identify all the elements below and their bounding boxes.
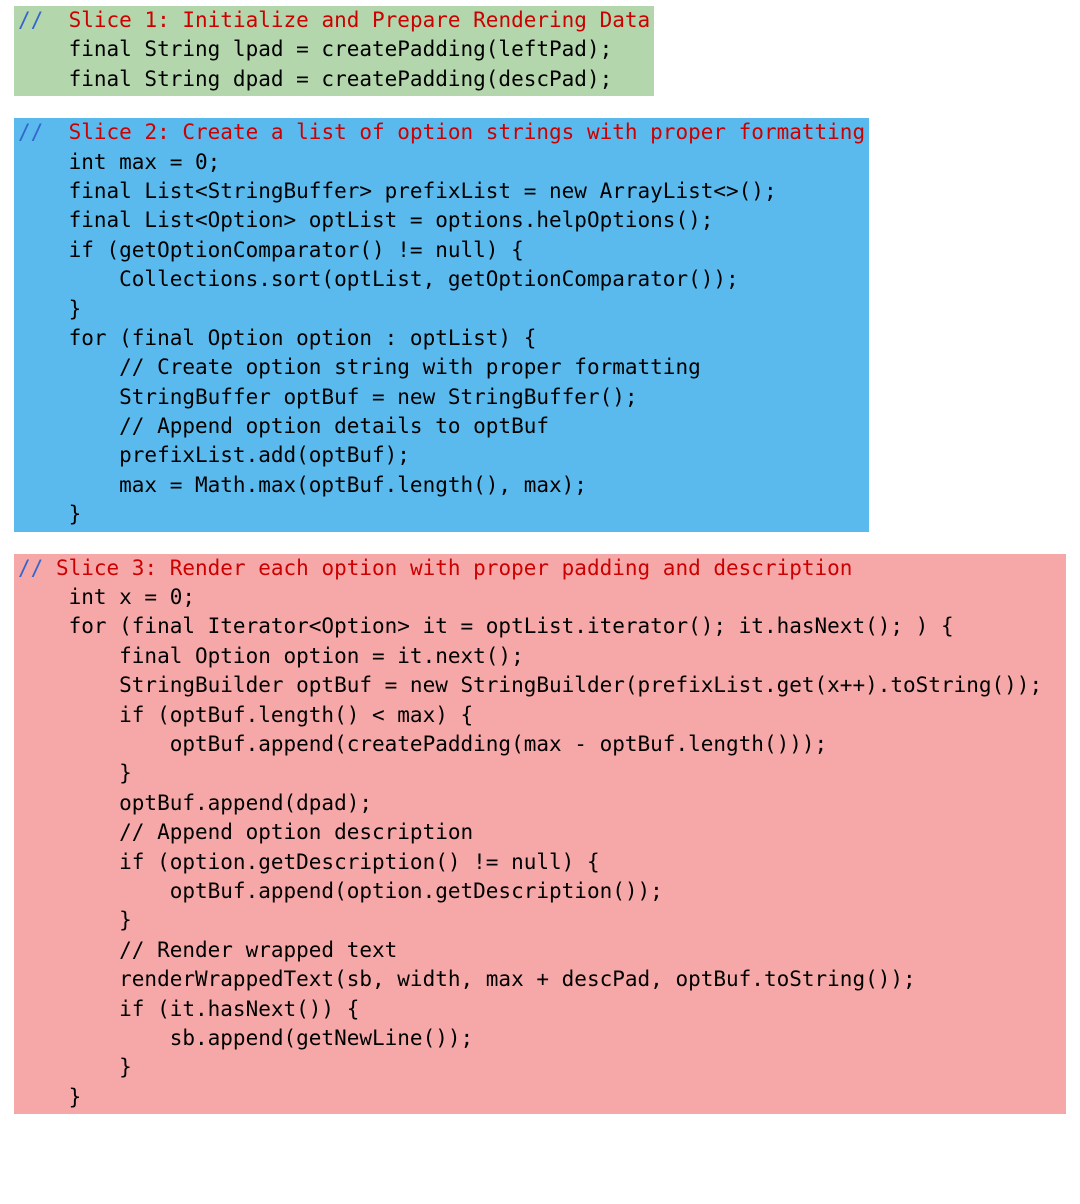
slice-2: // Slice 2: Create a list of option stri… [14,118,869,531]
slice-1: // Slice 1: Initialize and Prepare Rende… [14,6,654,96]
slice-1-title: Slice 1: Initialize and Prepare Renderin… [43,8,650,32]
slice-2-title: Slice 2: Create a list of option strings… [43,120,865,144]
slice-2-body: int max = 0; final List<StringBuffer> pr… [18,150,777,527]
comment-slashes-3: // [18,556,43,580]
slice-1-body: final String lpad = createPadding(leftPa… [18,37,612,90]
comment-slashes-1: // [18,8,43,32]
slice-3: // Slice 3: Render each option with prop… [14,554,1066,1114]
slice-3-body: int x = 0; for (final Iterator<Option> i… [18,585,1042,1109]
slice-3-title: Slice 3: Render each option with proper … [43,556,852,580]
comment-slashes-2: // [18,120,43,144]
